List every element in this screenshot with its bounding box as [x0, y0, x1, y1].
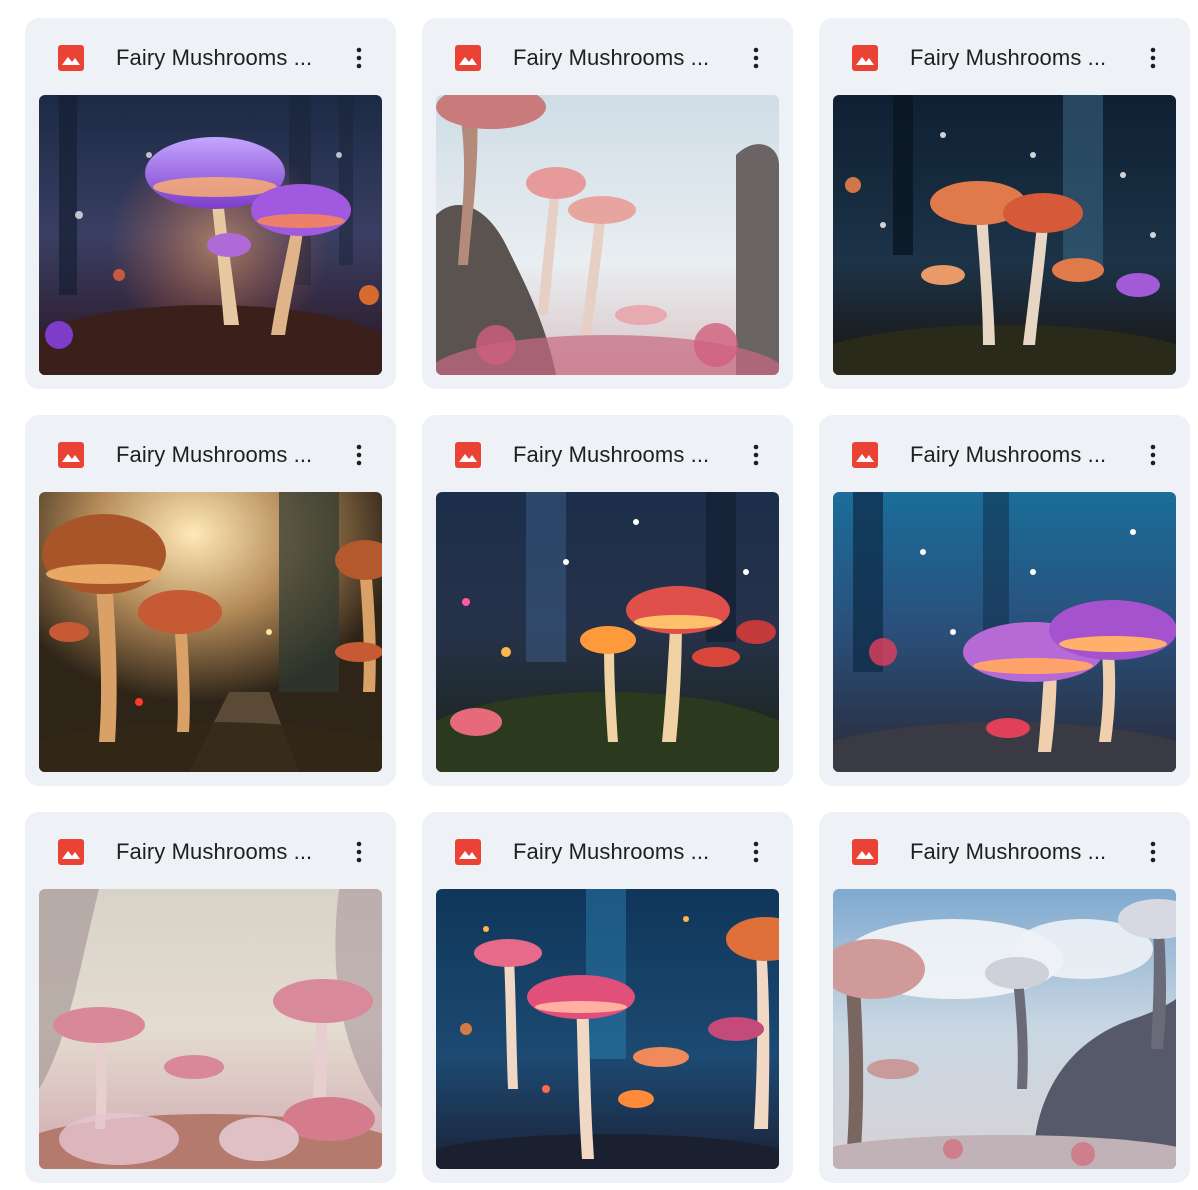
file-card-header: Fairy Mushrooms ...: [422, 18, 793, 95]
glowing-meadow-image: [436, 492, 779, 772]
file-title: Fairy Mushrooms ...: [116, 45, 313, 70]
image-file-icon: [58, 442, 84, 468]
file-card[interactable]: Fairy Mushrooms ...: [819, 812, 1190, 1183]
image-file-icon: [58, 839, 84, 865]
pink-misty-cliffs-image: [436, 95, 779, 375]
golden-path-forest-image: [39, 492, 382, 772]
image-file-icon: [455, 839, 481, 865]
file-card[interactable]: Fairy Mushrooms ...: [25, 18, 396, 389]
file-card-header: Fairy Mushrooms ...: [422, 415, 793, 492]
image-thumbnail[interactable]: [436, 889, 779, 1169]
blue-bokeh-mushrooms-image: [436, 889, 779, 1169]
more-options-button[interactable]: [343, 42, 375, 74]
image-thumbnail[interactable]: [39, 889, 382, 1169]
file-grid: Fairy Mushrooms ... Fairy Mushrooms ... …: [25, 18, 1190, 1183]
file-card[interactable]: Fairy Mushrooms ...: [819, 18, 1190, 389]
orange-night-forest-image: [833, 95, 1176, 375]
file-title: Fairy Mushrooms ...: [116, 839, 313, 864]
file-card-header: Fairy Mushrooms ...: [819, 812, 1190, 889]
image-file-icon: [852, 839, 878, 865]
file-title: Fairy Mushrooms ...: [116, 442, 313, 467]
image-thumbnail[interactable]: [436, 492, 779, 772]
file-card[interactable]: Fairy Mushrooms ...: [25, 415, 396, 786]
more-options-button[interactable]: [343, 836, 375, 868]
more-vert-icon: [753, 444, 759, 466]
more-options-button[interactable]: [1137, 836, 1169, 868]
image-thumbnail[interactable]: [436, 95, 779, 375]
image-thumbnail[interactable]: [833, 492, 1176, 772]
file-title: Fairy Mushrooms ...: [910, 442, 1107, 467]
more-options-button[interactable]: [740, 836, 772, 868]
more-vert-icon: [1150, 444, 1156, 466]
file-card-header: Fairy Mushrooms ...: [25, 415, 396, 492]
pastel-pink-valley-image: [39, 889, 382, 1169]
image-thumbnail[interactable]: [39, 492, 382, 772]
more-vert-icon: [356, 47, 362, 69]
file-card-header: Fairy Mushrooms ...: [819, 18, 1190, 95]
more-vert-icon: [356, 444, 362, 466]
more-vert-icon: [356, 841, 362, 863]
image-file-icon: [852, 45, 878, 71]
file-card[interactable]: Fairy Mushrooms ...: [819, 415, 1190, 786]
file-title: Fairy Mushrooms ...: [513, 442, 710, 467]
file-card[interactable]: Fairy Mushrooms ...: [422, 415, 793, 786]
image-file-icon: [852, 442, 878, 468]
file-card-header: Fairy Mushrooms ...: [25, 812, 396, 889]
image-thumbnail[interactable]: [39, 95, 382, 375]
more-options-button[interactable]: [740, 42, 772, 74]
image-thumbnail[interactable]: [833, 889, 1176, 1169]
more-vert-icon: [753, 47, 759, 69]
more-options-button[interactable]: [1137, 439, 1169, 471]
more-vert-icon: [753, 841, 759, 863]
image-thumbnail[interactable]: [833, 95, 1176, 375]
file-card-header: Fairy Mushrooms ...: [819, 415, 1190, 492]
file-title: Fairy Mushrooms ...: [910, 45, 1107, 70]
more-options-button[interactable]: [343, 439, 375, 471]
more-options-button[interactable]: [1137, 42, 1169, 74]
file-card[interactable]: Fairy Mushrooms ...: [422, 18, 793, 389]
more-options-button[interactable]: [740, 439, 772, 471]
file-title: Fairy Mushrooms ...: [513, 839, 710, 864]
file-card-header: Fairy Mushrooms ...: [422, 812, 793, 889]
more-vert-icon: [1150, 841, 1156, 863]
image-file-icon: [58, 45, 84, 71]
file-title: Fairy Mushrooms ...: [910, 839, 1107, 864]
image-file-icon: [455, 45, 481, 71]
more-vert-icon: [1150, 47, 1156, 69]
blue-violet-forest-image: [833, 492, 1176, 772]
file-card-header: Fairy Mushrooms ...: [25, 18, 396, 95]
white-sky-giants-image: [833, 889, 1176, 1169]
file-title: Fairy Mushrooms ...: [513, 45, 710, 70]
file-card[interactable]: Fairy Mushrooms ...: [25, 812, 396, 1183]
image-file-icon: [455, 442, 481, 468]
purple-glow-forest-image: [39, 95, 382, 375]
file-card[interactable]: Fairy Mushrooms ...: [422, 812, 793, 1183]
